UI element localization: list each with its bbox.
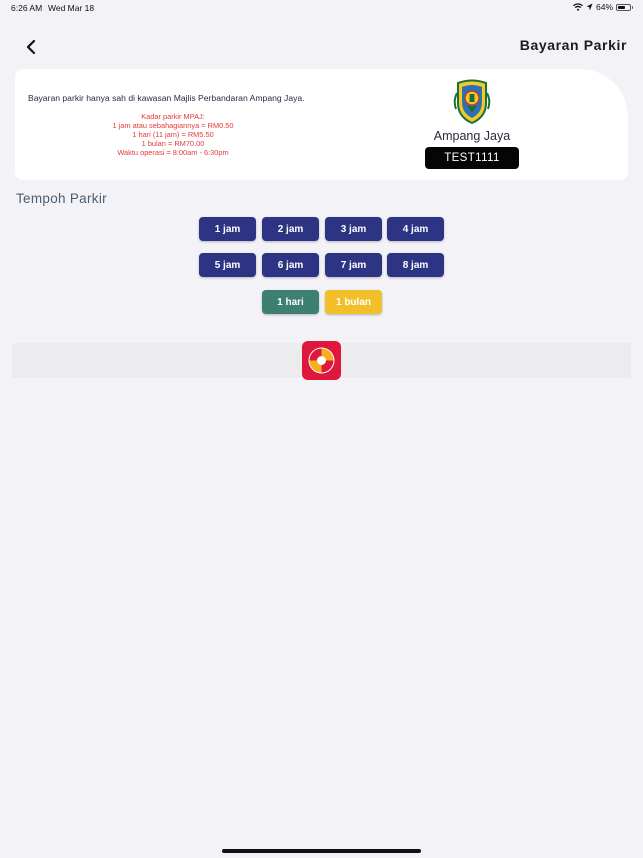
council-name: Ampang Jaya [433, 129, 511, 143]
location-arrow-icon [586, 3, 593, 11]
validity-message: Bayaran parkir hanya sah di kawasan Majl… [28, 93, 305, 103]
chevron-left-icon [26, 39, 36, 55]
section-title: Tempoh Parkir [16, 191, 107, 206]
page-title: Bayaran Parkir [519, 37, 627, 53]
rate-hourly: 1 jam atau sebahagiannya = RM0.50 [112, 121, 234, 130]
battery-icon [616, 3, 633, 11]
duration-button-5-hours[interactable]: 5 jam [199, 253, 256, 277]
wifi-icon [573, 3, 583, 11]
duration-button-1-month[interactable]: 1 bulan [325, 290, 382, 314]
duration-button-1-day[interactable]: 1 hari [262, 290, 319, 314]
council-block: Ampang Jaya TEST1111 [422, 79, 522, 169]
battery-level [618, 5, 626, 9]
rates-heading: Kadar parkir MPAJ: [141, 112, 205, 121]
status-bar: 6:26 AM Wed Mar 18 64% [0, 0, 643, 16]
duration-button-8-hours[interactable]: 8 jam [387, 253, 444, 277]
duration-button-1-hour[interactable]: 1 jam [199, 217, 256, 241]
parking-info-card: Bayaran parkir hanya sah di kawasan Majl… [15, 69, 628, 180]
status-time: 6:26 AM [11, 3, 43, 13]
navigation-bar: Bayaran Parkir [0, 28, 643, 64]
rate-daily: 1 hari (11 jam) = RM5.50 [132, 130, 214, 139]
duration-button-2-hours[interactable]: 2 jam [262, 217, 319, 241]
duration-button-6-hours[interactable]: 6 jam [262, 253, 319, 277]
rate-monthly: 1 bulan = RM70.00 [141, 139, 205, 148]
status-date: Wed Mar 18 [48, 3, 95, 13]
home-indicator [222, 849, 421, 853]
vehicle-plate[interactable]: TEST1111 [425, 147, 519, 169]
payment-logo-icon[interactable] [302, 341, 341, 380]
parking-rates: Kadar parkir MPAJ: 1 jam atau sebahagian… [103, 112, 243, 157]
duration-button-3-hours[interactable]: 3 jam [325, 217, 382, 241]
battery-percentage: 64% [595, 2, 613, 12]
operating-hours: Waktu operasi = 8:00am - 6:30pm [117, 148, 229, 157]
back-button[interactable] [18, 34, 44, 60]
duration-button-7-hours[interactable]: 7 jam [325, 253, 382, 277]
duration-button-4-hours[interactable]: 4 jam [387, 217, 444, 241]
council-crest-icon [453, 79, 491, 125]
status-indicators: 64% [573, 2, 633, 12]
